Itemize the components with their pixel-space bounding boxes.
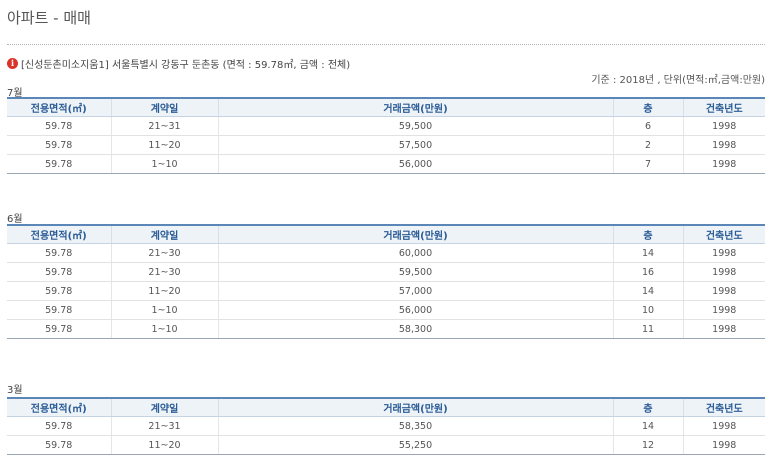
col-header-area: 전용면적(㎡) xyxy=(7,97,111,117)
col-header-floor: 층 xyxy=(612,397,683,417)
col-header-contract-date: 계약일 xyxy=(110,397,218,417)
cell-contract-date: 21~31 xyxy=(110,116,218,136)
cell-price: 55,250 xyxy=(217,435,613,455)
cell-built-year: 1998 xyxy=(682,300,765,320)
cell-built-year: 1998 xyxy=(682,262,765,282)
cell-area: 59.78 xyxy=(7,319,111,339)
cell-contract-date: 11~20 xyxy=(110,135,218,155)
table-row: 59.78 1~10 56,000 7 1998 xyxy=(7,154,765,174)
cell-area: 59.78 xyxy=(7,262,111,282)
table-row: 59.78 1~10 58,300 11 1998 xyxy=(7,319,765,339)
cell-contract-date: 11~20 xyxy=(110,435,218,455)
cell-built-year: 1998 xyxy=(682,435,765,455)
col-header-built-year: 건축년도 xyxy=(682,97,765,117)
cell-floor: 7 xyxy=(612,154,683,174)
cell-built-year: 1998 xyxy=(682,154,765,174)
month-label-march: 3월 xyxy=(7,385,23,396)
cell-area: 59.78 xyxy=(7,416,111,436)
col-header-floor: 층 xyxy=(612,224,683,244)
cell-floor: 11 xyxy=(612,319,683,339)
col-header-area: 전용면적(㎡) xyxy=(7,224,111,244)
unit-criteria: 기준 : 2018년 , 단위(면적:㎡,금액:만원) xyxy=(591,75,765,86)
col-header-floor: 층 xyxy=(612,97,683,117)
cell-built-year: 1998 xyxy=(682,416,765,436)
cell-price: 59,500 xyxy=(217,116,613,136)
info-icon: i xyxy=(7,58,18,69)
cell-built-year: 1998 xyxy=(682,135,765,155)
cell-contract-date: 21~30 xyxy=(110,262,218,282)
col-header-contract-date: 계약일 xyxy=(110,97,218,117)
cell-price: 58,350 xyxy=(217,416,613,436)
cell-floor: 10 xyxy=(612,300,683,320)
col-header-price: 거래금액(만원) xyxy=(217,97,613,117)
cell-floor: 14 xyxy=(612,416,683,436)
table-row: 59.78 21~30 59,500 16 1998 xyxy=(7,262,765,282)
trade-table-june: 전용면적(㎡) 계약일 거래금액(만원) 층 건축년도 59.78 21~30 … xyxy=(7,224,765,339)
cell-built-year: 1998 xyxy=(682,281,765,301)
cell-area: 59.78 xyxy=(7,300,111,320)
cell-built-year: 1998 xyxy=(682,243,765,263)
table-row: 59.78 21~30 60,000 14 1998 xyxy=(7,243,765,263)
cell-contract-date: 21~30 xyxy=(110,243,218,263)
apartment-info-text: [신성둔촌미소지움1] 서울특별시 강동구 둔촌동 (면적 : 59.78㎡, … xyxy=(21,60,351,71)
cell-floor: 12 xyxy=(612,435,683,455)
divider xyxy=(7,44,765,45)
cell-floor: 2 xyxy=(612,135,683,155)
cell-area: 59.78 xyxy=(7,243,111,263)
table-row: 59.78 1~10 56,000 10 1998 xyxy=(7,300,765,320)
cell-area: 59.78 xyxy=(7,116,111,136)
col-header-built-year: 건축년도 xyxy=(682,397,765,417)
cell-area: 59.78 xyxy=(7,154,111,174)
cell-price: 56,000 xyxy=(217,300,613,320)
cell-area: 59.78 xyxy=(7,135,111,155)
cell-floor: 6 xyxy=(612,116,683,136)
cell-floor: 14 xyxy=(612,281,683,301)
cell-price: 60,000 xyxy=(217,243,613,263)
cell-price: 57,000 xyxy=(217,281,613,301)
col-header-price: 거래금액(만원) xyxy=(217,224,613,244)
cell-price: 57,500 xyxy=(217,135,613,155)
trade-table-july: 전용면적(㎡) 계약일 거래금액(만원) 층 건축년도 59.78 21~31 … xyxy=(7,97,765,174)
cell-area: 59.78 xyxy=(7,435,111,455)
cell-price: 56,000 xyxy=(217,154,613,174)
cell-built-year: 1998 xyxy=(682,319,765,339)
col-header-price: 거래금액(만원) xyxy=(217,397,613,417)
cell-floor: 14 xyxy=(612,243,683,263)
table-row: 59.78 11~20 57,500 2 1998 xyxy=(7,135,765,155)
cell-contract-date: 21~31 xyxy=(110,416,218,436)
cell-built-year: 1998 xyxy=(682,116,765,136)
page-title: 아파트 - 매매 xyxy=(7,9,91,27)
cell-floor: 16 xyxy=(612,262,683,282)
cell-area: 59.78 xyxy=(7,281,111,301)
cell-price: 58,300 xyxy=(217,319,613,339)
month-label-june: 6월 xyxy=(7,214,23,225)
table-row: 59.78 11~20 55,250 12 1998 xyxy=(7,435,765,455)
cell-contract-date: 1~10 xyxy=(110,319,218,339)
table-row: 59.78 21~31 59,500 6 1998 xyxy=(7,116,765,136)
table-row: 59.78 11~20 57,000 14 1998 xyxy=(7,281,765,301)
col-header-contract-date: 계약일 xyxy=(110,224,218,244)
cell-contract-date: 1~10 xyxy=(110,154,218,174)
apartment-info: i [신성둔촌미소지움1] 서울특별시 강동구 둔촌동 (면적 : 59.78㎡… xyxy=(7,56,350,71)
cell-contract-date: 1~10 xyxy=(110,300,218,320)
cell-price: 59,500 xyxy=(217,262,613,282)
col-header-area: 전용면적(㎡) xyxy=(7,397,111,417)
trade-table-march: 전용면적(㎡) 계약일 거래금액(만원) 층 건축년도 59.78 21~31 … xyxy=(7,397,765,455)
col-header-built-year: 건축년도 xyxy=(682,224,765,244)
cell-contract-date: 11~20 xyxy=(110,281,218,301)
table-row: 59.78 21~31 58,350 14 1998 xyxy=(7,416,765,436)
